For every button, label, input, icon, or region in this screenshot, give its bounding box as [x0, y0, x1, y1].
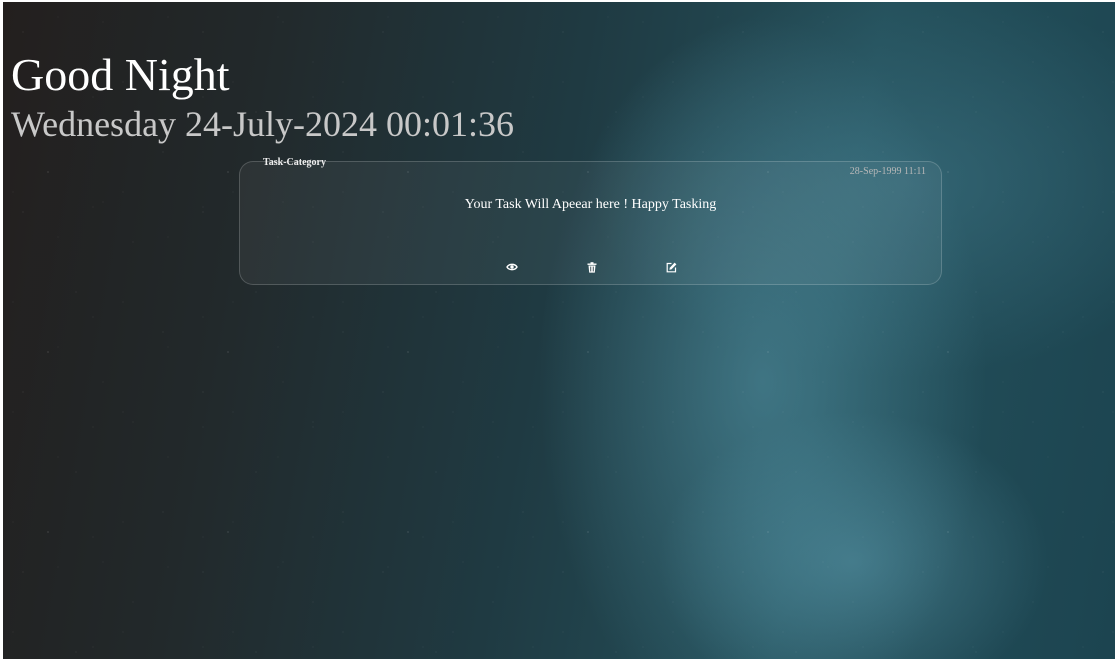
task-text: Your Task Will Apeear here ! Happy Taski… — [464, 197, 717, 212]
view-task-button[interactable] — [504, 260, 520, 274]
greeting-heading: Good Night — [11, 49, 230, 100]
trash-icon — [587, 261, 597, 273]
task-date: 28-Sep-1999 11:11 — [849, 166, 926, 177]
app-background: Good Night Wednesday 24-July-2024 00:01:… — [3, 2, 1115, 659]
eye-icon — [506, 263, 518, 271]
edit-icon — [666, 262, 676, 272]
task-card: Task-Category 28-Sep-1999 11:11 Your Tas… — [239, 157, 942, 285]
task-category-label: Task-Category — [263, 157, 326, 168]
delete-task-button[interactable] — [584, 260, 600, 274]
edit-task-button[interactable] — [663, 260, 679, 274]
current-datetime: Wednesday 24-July-2024 00:01:36 — [11, 104, 515, 144]
